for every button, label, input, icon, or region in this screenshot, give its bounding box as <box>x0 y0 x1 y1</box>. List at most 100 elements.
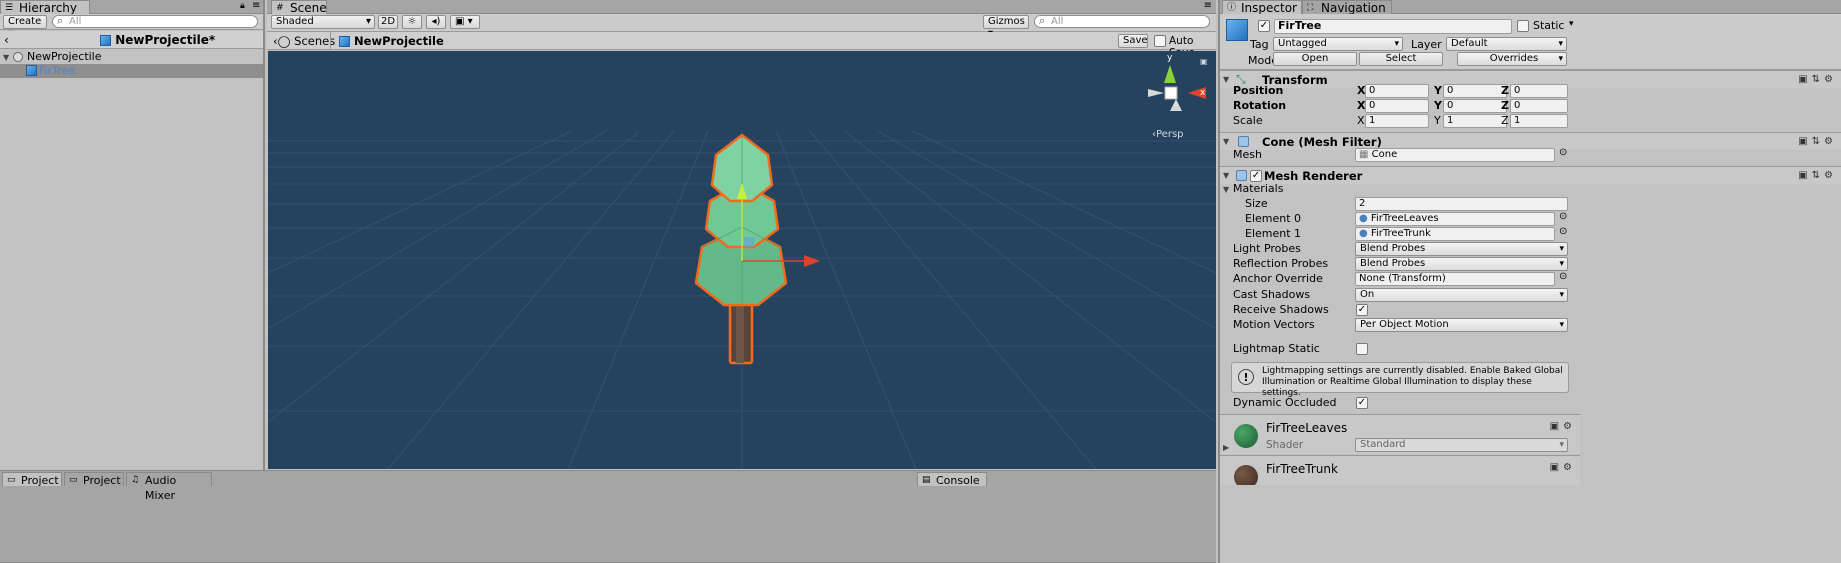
lock-icon[interactable]: 🔒︎ <box>240 1 245 11</box>
expand-arrow-icon[interactable]: ▼ <box>3 50 9 65</box>
motion-vectors-dropdown[interactable]: Per Object Motion <box>1355 318 1568 332</box>
back-arrow-icon: ‹◯ <box>273 34 291 48</box>
hierarchy-row-root[interactable]: ▼ NewProjectile <box>0 50 263 64</box>
material-icon: ● <box>1359 228 1368 239</box>
autosave-checkbox[interactable] <box>1154 35 1166 47</box>
mesh-filter-title: Cone (Mesh Filter) <box>1262 135 1382 149</box>
audio-toggle-button[interactable]: ◂) <box>426 15 446 29</box>
receive-shadows-checkbox[interactable]: ✓ <box>1356 304 1368 316</box>
fold-arrow-icon[interactable]: ▶ <box>1223 443 1229 452</box>
persp-label[interactable]: ‹Persp <box>1152 129 1184 140</box>
hierarchy-search-input[interactable]: All <box>52 15 258 28</box>
tab-inspector[interactable]: ⓘ Inspector <box>1222 0 1302 15</box>
menu-icon[interactable]: ≡ <box>1204 0 1212 11</box>
rotation-z-field[interactable]: 0 <box>1510 99 1568 113</box>
scene-breadcrumb-bar: ‹◯ Scenes NewProjectile Save Auto Save <box>267 32 1216 59</box>
console-icon: ▤ <box>922 475 931 485</box>
material-settings-icon[interactable]: ▣⚙ <box>1550 421 1576 432</box>
back-arrow-icon[interactable]: ‹ <box>4 33 9 47</box>
rotation-y-field[interactable]: 0 <box>1443 99 1507 113</box>
material-trunk-name: FirTreeTrunk <box>1266 462 1338 476</box>
mesh-field[interactable]: ▦ Cone <box>1355 148 1555 162</box>
materials-fold-icon[interactable]: ▼ <box>1223 185 1229 194</box>
tab-console[interactable]: ▤ Console <box>917 472 987 487</box>
gizmos-dropdown[interactable]: Gizmos ▾ <box>983 15 1029 39</box>
object-picker-icon[interactable]: ⊙ <box>1559 271 1567 282</box>
scene-search-input[interactable]: All <box>1034 15 1210 28</box>
hierarchy-toolbar: Create ▾ All <box>0 14 263 39</box>
anchor-override-field[interactable]: None (Transform) <box>1355 272 1555 286</box>
scale-z-field[interactable]: 1 <box>1510 114 1568 128</box>
static-dropdown-icon[interactable]: ▾ <box>1569 19 1574 29</box>
object-picker-icon[interactable]: ⊙ <box>1559 226 1567 237</box>
tab-project-2[interactable]: ▭ Project <box>64 472 124 487</box>
scale-x-field[interactable]: 1 <box>1365 114 1429 128</box>
dynamic-occluded-checkbox[interactable]: ✓ <box>1356 397 1368 409</box>
fir-tree-model[interactable] <box>268 51 1216 469</box>
scale-y-field[interactable]: 1 <box>1443 114 1507 128</box>
inspector-tabbar: ⓘ Inspector ⛶ Navigation <box>1220 0 1841 15</box>
layer-dropdown[interactable]: Default <box>1446 37 1567 51</box>
material-leaves-header[interactable]: ▶ FirTreeLeaves Shader Standard ▣⚙ <box>1220 414 1580 454</box>
element1-field[interactable]: ● FirTreeTrunk <box>1355 227 1555 241</box>
component-settings-icon[interactable]: ▣⇅⚙ <box>1798 170 1837 181</box>
position-y-field[interactable]: 0 <box>1443 84 1507 98</box>
open-button[interactable]: Open <box>1273 52 1357 66</box>
object-picker-icon[interactable]: ⊙ <box>1559 211 1567 222</box>
effects-dropdown[interactable]: ▣ ▾ <box>450 15 480 29</box>
position-z-field[interactable]: 0 <box>1510 84 1568 98</box>
active-checkbox[interactable]: ✓ <box>1258 20 1270 32</box>
object-name-field[interactable]: FirTree <box>1274 19 1512 34</box>
tab-project[interactable]: ▭ Project <box>2 472 62 487</box>
prefab-breadcrumb[interactable]: NewProjectile <box>339 34 444 48</box>
info-icon: ! <box>1238 369 1254 385</box>
object-picker-icon[interactable]: ⊙ <box>1559 147 1567 158</box>
static-checkbox[interactable] <box>1517 20 1529 32</box>
lightmap-static-label: Lightmap Static <box>1233 342 1320 355</box>
material-settings-icon[interactable]: ▣⚙ <box>1550 462 1576 473</box>
material-leaves-name: FirTreeLeaves <box>1266 421 1348 435</box>
orientation-gizmo[interactable]: y x ▣ <box>1144 53 1208 121</box>
fold-arrow-icon[interactable]: ▼ <box>1223 171 1229 180</box>
cast-shadows-dropdown[interactable]: On <box>1355 288 1568 302</box>
material-trunk-header[interactable]: FirTreeTrunk ▣⚙ <box>1220 455 1580 485</box>
overrides-dropdown[interactable]: Overrides <box>1457 52 1567 66</box>
lock-icon[interactable]: ▣ <box>1200 57 1208 66</box>
fold-arrow-icon[interactable]: ▼ <box>1223 137 1229 146</box>
layer-label: Layer <box>1411 38 1442 51</box>
element0-field[interactable]: ● FirTreeLeaves <box>1355 212 1555 226</box>
prefab-title: NewProjectile* <box>100 33 215 47</box>
2d-toggle-button[interactable]: 2D <box>378 15 398 29</box>
prefab-cube-icon <box>339 36 350 47</box>
hierarchy-tabbar: ☰ Hierarchy 🔒︎ ≡ <box>0 0 263 15</box>
fold-arrow-icon[interactable]: ▼ <box>1223 75 1229 84</box>
lighting-toggle-button[interactable]: ☼ <box>402 15 422 29</box>
save-button[interactable]: Save <box>1118 34 1148 48</box>
rotation-x-field[interactable]: 0 <box>1365 99 1429 113</box>
select-button[interactable]: Select <box>1359 52 1443 66</box>
hierarchy-row-firtree[interactable]: FirTree <box>0 64 263 78</box>
component-settings-icon[interactable]: ▣⇅⚙ <box>1798 74 1837 85</box>
shader-dropdown[interactable]: Standard <box>1355 438 1568 452</box>
lightmap-static-checkbox[interactable] <box>1356 343 1368 355</box>
shading-mode-dropdown[interactable]: Shaded ▾ <box>271 15 375 29</box>
tab-scene[interactable]: # Scene <box>271 0 327 15</box>
scenes-breadcrumb[interactable]: ‹◯ Scenes <box>273 34 335 48</box>
component-settings-icon[interactable]: ▣⇅⚙ <box>1798 136 1837 147</box>
create-button[interactable]: Create ▾ <box>3 15 47 39</box>
tab-hierarchy[interactable]: ☰ Hierarchy <box>0 0 90 15</box>
light-probes-dropdown[interactable]: Blend Probes <box>1355 242 1568 256</box>
mesh-renderer-enabled-checkbox[interactable]: ✓ <box>1250 170 1262 182</box>
scene-viewport[interactable]: y x ▣ ‹Persp <box>268 51 1216 469</box>
tag-dropdown[interactable]: Untagged <box>1273 37 1403 51</box>
mesh-renderer-header[interactable]: ▼ ✓ Mesh Renderer ▣⇅⚙ <box>1220 166 1841 184</box>
object-header: ✓ FirTree Static ▾ Tag Untagged Layer De… <box>1220 14 1841 70</box>
tab-audio-mixer[interactable]: ♫ Audio Mixer <box>126 472 212 502</box>
materials-size-field[interactable]: 2 <box>1355 197 1568 211</box>
tab-navigation[interactable]: ⛶ Navigation <box>1302 0 1392 15</box>
motion-vectors-label: Motion Vectors <box>1233 318 1315 331</box>
light-probes-label: Light Probes <box>1233 242 1301 255</box>
menu-icon[interactable]: ≡ <box>252 0 260 11</box>
reflection-probes-dropdown[interactable]: Blend Probes <box>1355 257 1568 271</box>
position-x-field[interactable]: 0 <box>1365 84 1429 98</box>
